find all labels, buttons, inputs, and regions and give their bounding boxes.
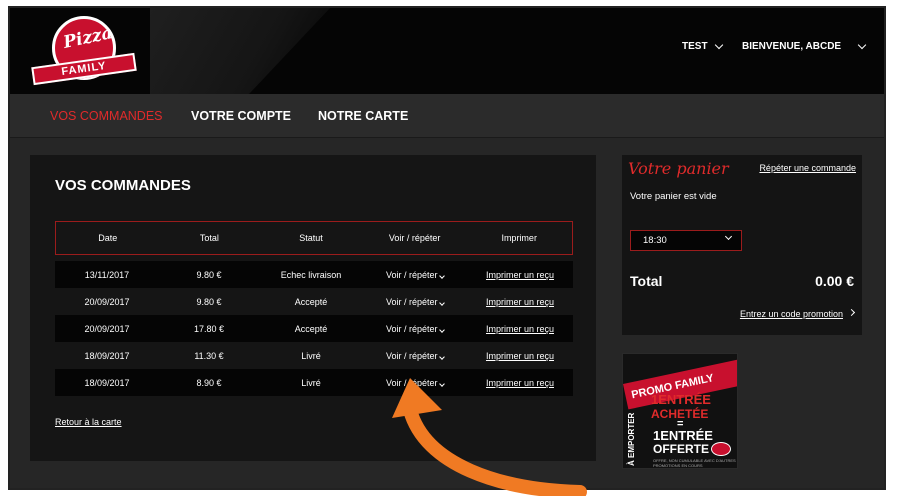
chevron-down-icon (724, 232, 733, 241)
promo-fine-print: OFFRE, NON CUMULABLE AVEC D'AUTRES PROMO… (653, 458, 736, 468)
chevron-down-icon (439, 272, 445, 279)
cart-total-value: 0.00 € (815, 273, 854, 289)
order-status: Livré (301, 350, 321, 361)
promo-logo-badge (711, 442, 731, 456)
test-menu[interactable]: TEST (682, 40, 723, 52)
order-date: 18/09/2017 (84, 377, 130, 388)
col-print: Imprimer (501, 233, 537, 243)
order-date: 20/09/2017 (84, 323, 130, 334)
back-to-menu-link[interactable]: Retour à la carte (55, 417, 122, 427)
promo-code-link[interactable]: Entrez un code promotion (739, 308, 856, 319)
view-repeat-button[interactable]: Voir / répéter (363, 324, 467, 334)
view-repeat-button[interactable]: Voir / répéter (363, 351, 467, 361)
account-menu[interactable]: BIENVENUE, ABCDE (742, 40, 867, 52)
promo-line: 1ENTRÉE (651, 392, 711, 407)
chevron-down-icon (714, 40, 723, 50)
order-total: 8.90 € (196, 377, 222, 388)
order-status: Accepté (294, 323, 328, 334)
nav-item-account[interactable]: VOTRE COMPTE (191, 109, 291, 123)
header-decoration (150, 8, 330, 94)
promo-side-text: À EMPORTER (627, 412, 636, 466)
test-menu-label: TEST (682, 41, 708, 52)
orders-table-header: Date Total Statut Voir / répéter Imprime… (55, 221, 573, 255)
pickup-time-select[interactable]: 18:30 (630, 230, 742, 251)
promo-code-label: Entrez un code promotion (739, 309, 843, 319)
order-date: 13/11/2017 (84, 269, 130, 280)
order-date: 18/09/2017 (84, 350, 130, 361)
chevron-down-icon (439, 299, 445, 306)
nav-item-menu[interactable]: NOTRE CARTE (318, 109, 408, 123)
chevron-down-icon (439, 353, 445, 360)
table-row: 20/09/2017 17.80 € Accepté Voir / répéte… (55, 315, 573, 342)
col-total: Total (199, 233, 219, 243)
cart-panel: Votre panier Répéter une commande Votre … (622, 155, 862, 335)
print-receipt-link[interactable]: Imprimer un reçu (467, 270, 573, 280)
order-total: 17.80 € (193, 323, 225, 334)
view-repeat-label: Voir / répéter (385, 269, 438, 280)
order-date: 20/09/2017 (84, 296, 130, 307)
promo-line: OFFERTE (653, 442, 709, 456)
view-repeat-label: Voir / répéter (385, 323, 438, 334)
order-total: 11.30 € (194, 350, 224, 361)
order-status: Livré (301, 377, 321, 388)
view-repeat-label: Voir / répéter (385, 350, 438, 361)
order-total: 9.80 € (196, 269, 222, 280)
chevron-down-icon (439, 326, 445, 333)
col-view: Voir / répéter (388, 233, 441, 243)
col-date: Date (98, 233, 118, 243)
order-total: 9.80 € (196, 296, 222, 307)
col-status: Statut (299, 233, 323, 243)
view-repeat-label: Voir / répéter (385, 296, 438, 307)
pickup-time-value: 18:30 (643, 235, 667, 246)
welcome-label: BIENVENUE, ABCDE (742, 41, 842, 52)
view-repeat-button[interactable]: Voir / répéter (363, 270, 467, 280)
order-status: Echec livraison (280, 269, 342, 280)
nav-item-orders[interactable]: VOS COMMANDES (50, 109, 163, 123)
orange-arrow-icon (392, 378, 587, 496)
print-receipt-link[interactable]: Imprimer un reçu (467, 351, 573, 361)
print-receipt-link[interactable]: Imprimer un reçu (467, 297, 573, 307)
table-row: 20/09/2017 9.80 € Accepté Voir / répéter… (55, 288, 573, 315)
promo-banner-image[interactable]: PROMO FAMILY À EMPORTER 1ENTRÉE ACHETÉE … (622, 353, 738, 469)
print-receipt-link[interactable]: Imprimer un reçu (467, 324, 573, 334)
pizza-family-logo[interactable]: Pizza FAMILY (30, 16, 140, 88)
top-header: Pizza FAMILY TEST BIENVENUE, ABCDE (10, 8, 884, 94)
table-row: 18/09/2017 11.30 € Livré Voir / répéter … (55, 342, 573, 369)
orders-title: VOS COMMANDES (55, 177, 191, 194)
order-status: Accepté (294, 296, 328, 307)
cart-title: Votre panier (628, 159, 729, 178)
repeat-order-link[interactable]: Répéter une commande (759, 163, 856, 173)
chevron-down-icon (857, 40, 867, 50)
promo-line: 1ENTRÉE (653, 428, 713, 443)
main-nav: VOS COMMANDES VOTRE COMPTE NOTRE CARTE (10, 94, 884, 138)
chevron-right-icon (847, 308, 856, 317)
view-repeat-button[interactable]: Voir / répéter (363, 297, 467, 307)
cart-empty-text: Votre panier est vide (630, 191, 717, 202)
table-row: 13/11/2017 9.80 € Echec livraison Voir /… (55, 261, 573, 288)
cart-total-label: Total (630, 273, 663, 289)
